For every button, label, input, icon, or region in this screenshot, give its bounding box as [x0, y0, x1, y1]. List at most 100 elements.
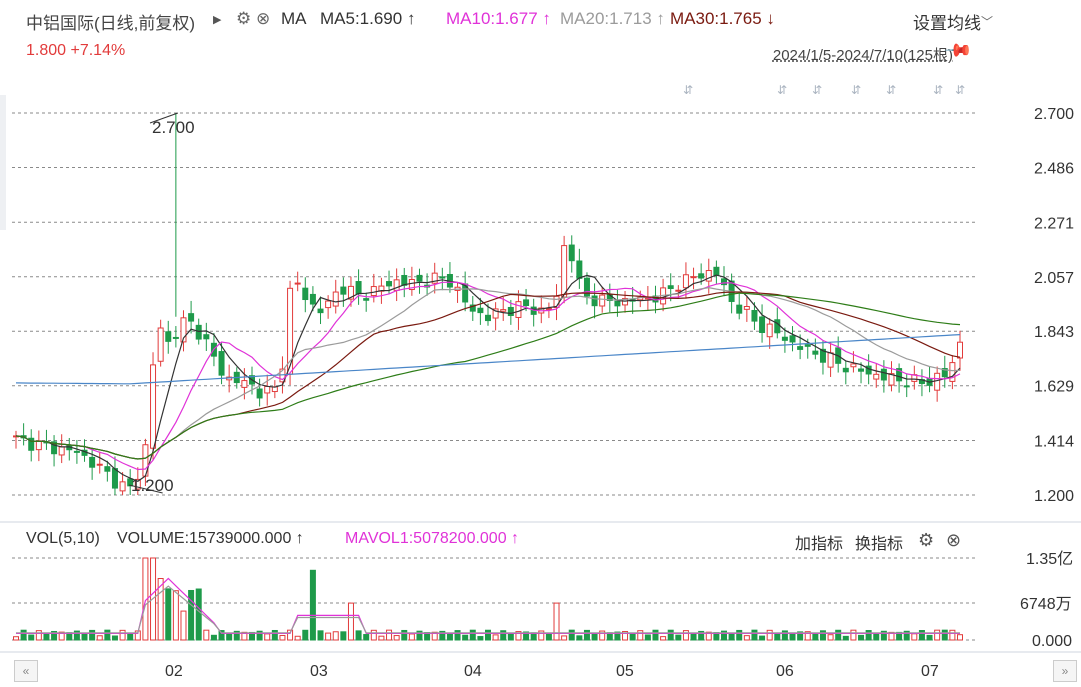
volume-bar — [332, 631, 339, 641]
y-tick-label: 2.486 — [1034, 160, 1074, 177]
volume-bar — [119, 629, 126, 641]
volume-bar — [477, 636, 484, 641]
volume-bar — [317, 630, 324, 641]
volume-bar — [81, 633, 88, 641]
candle-body — [667, 285, 674, 289]
candle-body — [150, 364, 157, 449]
candle-body — [698, 273, 705, 279]
volume-bar — [774, 633, 781, 641]
volume-bar — [949, 629, 956, 641]
x-tick-label: 04 — [464, 663, 482, 680]
volume-bar — [858, 634, 865, 641]
volume-bar — [454, 630, 461, 641]
close-icon[interactable]: ⊗ — [946, 530, 961, 551]
candle-body — [880, 368, 887, 381]
volume-bar — [728, 633, 735, 641]
ma250-line — [15, 334, 961, 385]
candle-body — [172, 336, 179, 339]
volume-bar — [386, 629, 393, 641]
add-indicator-button[interactable]: 加指标 — [795, 530, 843, 554]
candle-body — [241, 380, 248, 388]
candle-body — [119, 481, 126, 492]
candle-body — [309, 293, 316, 305]
candle-body — [568, 244, 575, 262]
volume-bar — [957, 634, 963, 641]
candle-body — [256, 388, 263, 399]
volume-bar — [188, 589, 195, 641]
volume-bar — [165, 588, 172, 641]
candle-body — [614, 300, 621, 307]
gear-icon[interactable]: ⚙ — [918, 530, 934, 551]
volume-bar — [43, 632, 50, 641]
scroll-left-icon[interactable]: « — [14, 660, 38, 682]
volume-bar — [561, 635, 568, 641]
volume-bar — [462, 634, 469, 641]
volume-bar — [180, 610, 187, 641]
volume-bar — [347, 602, 354, 641]
volume-bar — [850, 629, 857, 641]
candle-body — [96, 463, 103, 466]
volume-bar — [401, 629, 408, 641]
candle-body — [743, 306, 750, 310]
candle-body — [873, 373, 880, 380]
candle-body — [781, 336, 788, 341]
scroll-right-icon[interactable]: » — [1053, 660, 1077, 682]
volume-bar — [355, 630, 362, 641]
volume-bar — [172, 590, 179, 641]
volume-bar — [340, 631, 347, 641]
volume-bar — [819, 630, 826, 641]
candle-body — [713, 266, 720, 276]
candle-body — [203, 334, 210, 340]
volume-bar — [226, 633, 233, 641]
volume-bar — [690, 633, 697, 641]
event-marker-icon: ⇵ — [683, 83, 693, 97]
candle-body — [759, 316, 766, 333]
volume-bar — [111, 635, 118, 641]
candle-body — [294, 282, 301, 285]
candle-body — [545, 307, 552, 310]
volume-bar — [89, 629, 96, 641]
volume-bar — [408, 633, 415, 641]
candle-body — [302, 287, 309, 301]
candlestick-chart[interactable]: 2.700 2.486 2.271 2.057 1.843 1.629 1.414 1.200… — [0, 0, 1081, 687]
vol-label: VOL(5,10) — [26, 530, 100, 547]
volume-bar — [28, 634, 35, 641]
mavol2-line — [16, 585, 960, 634]
volume-bar — [766, 629, 773, 641]
candle-body — [370, 286, 377, 297]
volume-bar — [507, 632, 514, 641]
candle-body — [35, 440, 42, 451]
event-marker-icon: ⇵ — [777, 83, 787, 97]
swap-indicator-button[interactable]: 换指标 — [855, 530, 903, 554]
candle-body — [416, 274, 423, 282]
volume-bar — [629, 632, 636, 641]
volume-bar — [545, 633, 552, 641]
volume-tick-label: 0.000 — [1032, 633, 1072, 650]
candle-body — [264, 386, 271, 394]
candle-body — [576, 260, 583, 279]
y-tick-label: 2.700 — [1034, 106, 1074, 123]
y-tick-label: 2.057 — [1034, 270, 1074, 287]
volume-bar — [736, 629, 743, 641]
candle-body — [690, 276, 697, 279]
volume-value: VOLUME:15739000.000 ↑ — [117, 530, 304, 547]
y-tick-label: 1.629 — [1034, 379, 1074, 396]
volume-bar — [96, 635, 103, 641]
volume-bar — [865, 630, 872, 641]
candle-body — [736, 304, 743, 314]
volume-bar — [827, 634, 834, 641]
volume-bar — [294, 635, 301, 641]
x-tick-label: 02 — [165, 663, 183, 680]
x-tick-label: 07 — [921, 663, 939, 680]
ma5-line — [15, 274, 961, 482]
volume-bar — [583, 629, 590, 641]
candle-body — [325, 300, 332, 309]
volume-bar — [926, 634, 933, 641]
volume-bar — [789, 632, 796, 641]
volume-bar — [660, 636, 667, 641]
volume-bar — [873, 633, 880, 641]
candle-body — [165, 331, 172, 342]
volume-bar — [644, 634, 651, 641]
volume-bar — [835, 629, 842, 641]
volume-bar — [911, 633, 918, 641]
